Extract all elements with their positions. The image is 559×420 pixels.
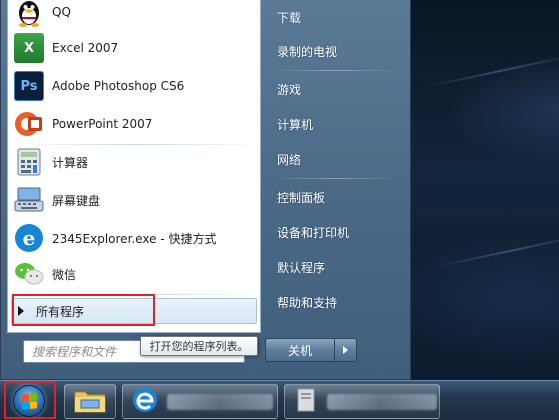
wallpaper-streak — [421, 53, 559, 89]
program-label: QQ — [52, 5, 71, 19]
qq-penguin-icon — [14, 0, 44, 27]
highlight-box-all-programs — [12, 294, 155, 326]
wechat-icon — [14, 259, 44, 289]
calculator-icon — [14, 147, 44, 177]
powerpoint-icon — [14, 109, 44, 139]
blurred-window-title — [167, 393, 273, 410]
program-label: 屏幕键盘 — [52, 193, 101, 208]
highlight-box-start-button — [4, 381, 56, 419]
shutdown-button[interactable]: 关机 — [265, 338, 335, 362]
program-item-calculator[interactable]: 计算器 — [14, 144, 258, 180]
programs-pane: QQ X Excel 2007 Ps Adobe Photoshop CS6 P… — [7, 0, 261, 333]
right-item-control-panel[interactable]: 控制面板 — [265, 182, 405, 212]
right-item-games[interactable]: 游戏 — [265, 74, 405, 104]
browser-e-icon — [131, 386, 159, 417]
taskbar-app-button[interactable] — [284, 384, 440, 419]
browser-e-icon: e — [14, 223, 44, 253]
separator — [271, 178, 399, 179]
start-menu: QQ X Excel 2007 Ps Adobe Photoshop CS6 P… — [0, 0, 411, 380]
program-item-photoshop[interactable]: Ps Adobe Photoshop CS6 — [14, 68, 258, 104]
file-icon — [293, 386, 319, 417]
taskbar-browser-button[interactable] — [122, 384, 278, 419]
browser-e-glyph: e — [15, 224, 43, 252]
excel-icon-glyph: X — [23, 40, 35, 56]
tooltip: 打开您的程序列表。 — [140, 336, 258, 356]
right-item-network[interactable]: 网络 — [265, 144, 405, 174]
tooltip-text: 打开您的程序列表。 — [149, 340, 249, 353]
right-item-computer[interactable]: 计算机 — [265, 109, 405, 139]
photoshop-icon: Ps — [14, 71, 44, 101]
program-label: PowerPoint 2007 — [52, 117, 153, 131]
blurred-window-title — [327, 393, 437, 410]
separator — [271, 70, 399, 71]
arrow-right-icon — [343, 346, 348, 354]
right-item-downloads[interactable]: 下载 — [265, 2, 405, 32]
shutdown-options-button[interactable] — [335, 338, 357, 362]
taskbar-explorer-button[interactable] — [64, 384, 116, 419]
wallpaper-streak — [431, 233, 559, 269]
shutdown-label: 关机 — [287, 343, 312, 358]
on-screen-keyboard-icon — [14, 185, 44, 215]
program-label: 计算器 — [52, 155, 89, 170]
program-label: Excel 2007 — [52, 41, 119, 55]
program-item-excel[interactable]: X Excel 2007 — [14, 30, 258, 66]
right-item-recorded-tv[interactable]: 录制的电视 — [265, 36, 405, 66]
right-item-devices-printers[interactable]: 设备和打印机 — [265, 217, 405, 247]
photoshop-icon-glyph: Ps — [20, 78, 38, 94]
right-item-help-support[interactable]: 帮助和支持 — [265, 287, 405, 317]
program-label: Adobe Photoshop CS6 — [52, 79, 185, 93]
program-item-wechat[interactable]: 微信 — [14, 256, 258, 292]
right-item-default-programs[interactable]: 默认程序 — [265, 252, 405, 282]
taskbar — [0, 380, 559, 420]
folder-icon — [73, 386, 107, 417]
program-item-onscreen-keyboard[interactable]: 屏幕键盘 — [14, 182, 258, 218]
program-label: 微信 — [52, 267, 77, 282]
excel-icon: X — [14, 33, 44, 63]
program-item-powerpoint[interactable]: PowerPoint 2007 — [14, 106, 258, 142]
program-item-qq[interactable]: QQ — [14, 0, 258, 30]
program-label: 2345Explorer.exe - 快捷方式 — [52, 231, 217, 246]
search-placeholder: 搜索程序和文件 — [32, 345, 117, 359]
program-item-2345explorer[interactable]: e 2345Explorer.exe - 快捷方式 — [14, 220, 258, 256]
